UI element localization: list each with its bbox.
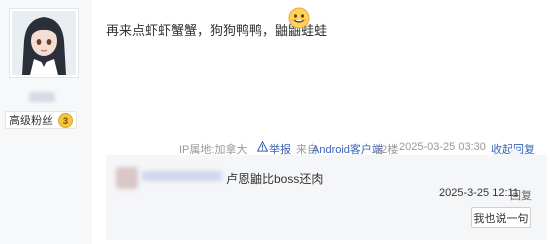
avatar-image (12, 11, 76, 75)
reply-link[interactable]: 回复 (510, 187, 532, 203)
post-meta: IP属地:加拿大 举报 来自 Android客户端 12楼 2025-03-25… (92, 140, 550, 156)
author-avatar[interactable] (9, 8, 79, 78)
say-something-button[interactable]: 我也说一句 (471, 207, 531, 228)
reply-time: 2025-3-25 12:11 (439, 187, 519, 199)
fan-level-icon: 3 (58, 112, 73, 128)
fan-level-label: 高级粉丝 (9, 115, 53, 127)
warning-icon[interactable] (257, 141, 268, 152)
smiling-face-emoji-icon (288, 7, 310, 29)
username-redacted[interactable] (29, 92, 55, 102)
fan-level-badge[interactable]: 高级粉丝 3 (5, 111, 77, 129)
post-time: 2025-03-25 03:30 (399, 141, 486, 153)
reply-box-pointer (508, 148, 522, 155)
reply-section: 卢恩鼬比boss还肉 2025-3-25 12:11 回复 我也说一句 (106, 148, 547, 240)
author-sidebar: 高级粉丝 3 (0, 0, 92, 244)
reply-text: 卢恩鼬比boss还肉 (226, 172, 324, 186)
reply-username-redacted[interactable] (142, 171, 222, 181)
reply-avatar-redacted[interactable] (116, 167, 138, 189)
post-content: 再来点虾虾蟹蟹，狗狗鸭鸭，鼬鼬蛙蛙 IP属地:加拿大 举报 来自 Android… (92, 0, 550, 244)
fan-level-number: 3 (63, 115, 68, 125)
